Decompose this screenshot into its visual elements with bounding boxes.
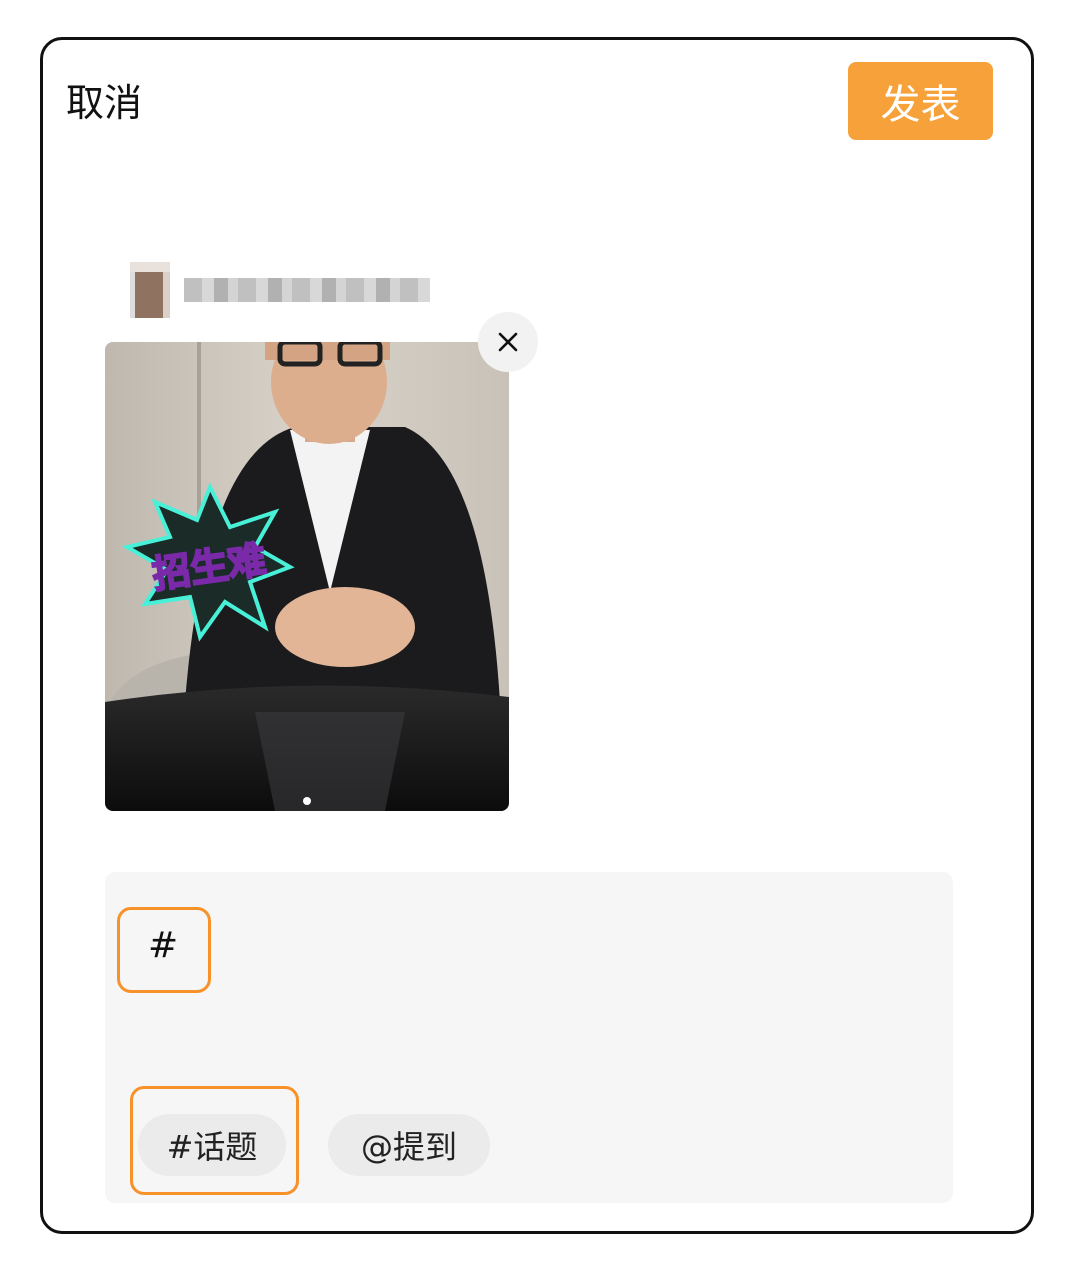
cancel-button[interactable]: 取消	[66, 78, 142, 128]
publish-button[interactable]: 发表	[848, 62, 993, 140]
author-name-blurred	[184, 278, 430, 302]
page-indicator-dot	[303, 797, 311, 805]
editor-text-content[interactable]: #	[117, 907, 211, 993]
author-row	[130, 262, 430, 318]
video-thumbnail[interactable]: 招生难	[105, 342, 509, 811]
remove-media-button[interactable]	[478, 312, 538, 372]
video-frame-illustration: 招生难	[105, 342, 509, 811]
topic-button[interactable]: #话题	[138, 1114, 286, 1176]
close-icon	[498, 332, 518, 352]
avatar	[130, 262, 170, 318]
mention-button[interactable]: @提到	[328, 1114, 490, 1176]
